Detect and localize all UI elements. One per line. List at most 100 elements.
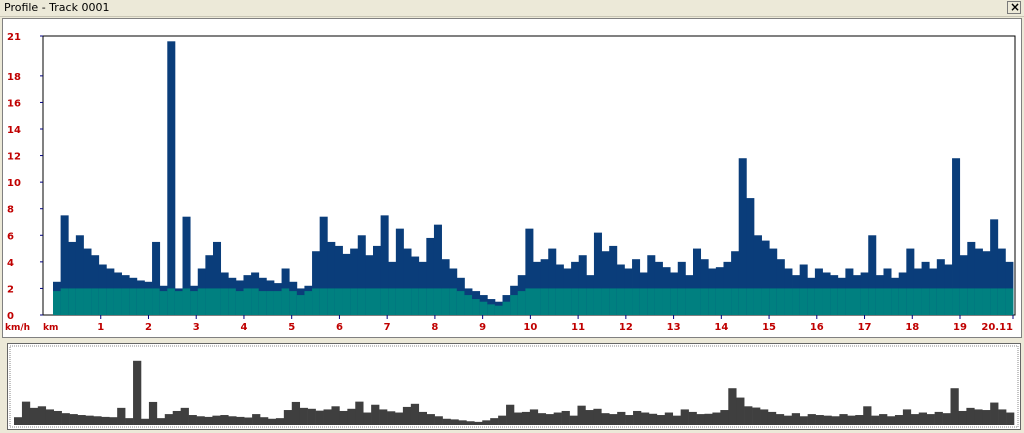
overview-bar [815,415,824,425]
overview-bar [728,388,737,425]
base-speed-bar [525,288,534,315]
overview-bar [744,406,753,425]
overview-bar [133,360,142,425]
base-speed-bar [944,288,953,315]
overview-bar [418,411,427,425]
base-speed-bar [830,288,839,315]
base-speed-bar [365,288,374,315]
x-axis-unit: km [43,323,58,333]
speed-profile-panel[interactable]: 0 2 4 6 8 10 12 14 16 18 21 km/h km 1 2 3 4 5 6 7 8 9 10 11 12 13… [2,18,1022,338]
y-axis-unit: km/h [5,323,30,333]
overview-panel[interactable] [7,343,1021,430]
overview-bar [260,417,269,425]
overview-bar [998,409,1007,425]
overview-bar [855,415,864,425]
base-speed-bar [403,288,412,315]
overview-bar [617,411,626,425]
base-speed-bar [601,288,610,315]
overview-bar [585,410,594,425]
base-speed-bar [304,291,313,315]
base-speed-bar [929,288,938,315]
base-speed-bar [974,288,983,315]
overview-bar [577,405,586,425]
overview-bar [664,412,674,425]
overview-bar [672,415,681,425]
overview-bar [982,410,991,425]
base-speed-bar [426,288,435,315]
base-speed-bar [959,288,968,315]
close-button[interactable]: × [1007,0,1021,14]
overview-bar [307,408,316,425]
base-speed-bar [373,288,382,315]
overview-bar [990,402,999,425]
overview-bar [537,413,547,425]
overview-bar [871,415,880,425]
x-tick-label: 17 [858,322,872,333]
base-speed-bar [997,288,1006,315]
overview-bar [696,414,705,425]
overview-bar [331,406,340,425]
base-speed-bar [113,288,122,315]
overview-bar [21,401,31,426]
base-speed-bar [898,288,907,315]
overview-bar [14,417,23,425]
overview-bar [807,414,816,425]
base-speed-bar [334,288,343,315]
base-speed-bar [990,288,999,315]
base-speed-bar [411,288,420,315]
overview-bar [831,416,840,425]
overview-bar [942,413,951,425]
base-speed-bar [906,288,915,315]
overview-bar [140,418,150,425]
base-speed-bar [510,295,519,315]
base-speed-bar [761,288,770,315]
overview-bar [267,418,277,425]
base-speed-bar [540,288,549,315]
overview-bar [283,410,293,425]
overview-bar [236,416,245,425]
base-speed-bar [776,288,785,315]
y-tick-label: 6 [7,231,14,242]
base-speed-bar [952,288,961,315]
overview-bar [847,415,856,425]
overview-bar [61,413,70,425]
base-speed-bar [182,288,191,315]
window-title: Profile - Track 0001 [4,1,110,14]
overview-bar [561,410,570,425]
base-speed-bar [921,288,930,315]
overview-bar [799,416,808,425]
overview-bar [609,414,618,425]
base-speed-bar [548,288,557,315]
overview-bar [482,420,491,425]
base-speed-bar [936,288,945,315]
x-tick-label: 13 [667,322,681,333]
overview-bar [926,414,935,425]
base-speed-bar [670,288,679,315]
overview-bar [442,418,451,425]
overview-bar [458,420,467,425]
overview-bar [125,418,134,425]
overview-bar [299,407,308,425]
overview-bar [29,407,39,425]
base-speed-bar [685,288,694,315]
y-tick-label: 8 [7,205,14,216]
y-tick-label: 18 [7,72,21,83]
x-tick-label: 3 [193,322,200,333]
overview-bar [244,417,253,425]
overview-bar [101,416,110,425]
overview-bar [704,413,713,425]
base-speed-bar [380,288,389,315]
overview-bar [387,411,396,425]
base-speed-bar [174,291,183,315]
overview-bar [934,411,943,425]
overview-bar [196,416,205,425]
overview-bar [45,409,54,425]
overview-bar [514,412,523,425]
y-tick-label: 0 [7,311,14,322]
base-speed-bar [159,291,168,315]
y-tick-label: 2 [7,284,14,295]
base-speed-bar [121,288,130,315]
overview-bar [974,409,983,425]
overview-bar [775,414,785,425]
overview-bar [69,414,78,425]
